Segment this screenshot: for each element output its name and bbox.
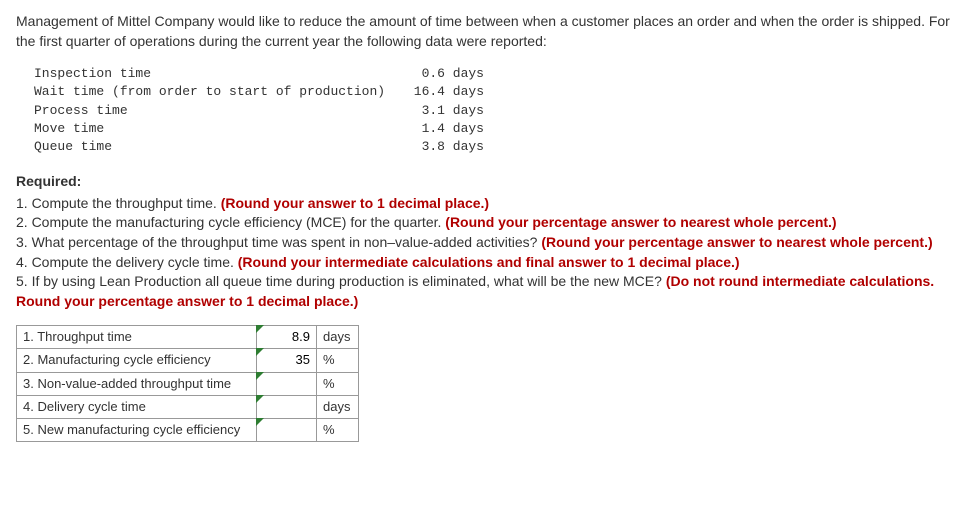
data-value: 1.4 days	[394, 120, 484, 138]
data-label: Process time	[34, 102, 394, 120]
problem-intro: Management of Mittel Company would like …	[16, 12, 956, 51]
data-label: Inspection time	[34, 65, 394, 83]
mce-input[interactable]	[263, 352, 310, 367]
data-row: Process time 3.1 days	[34, 102, 956, 120]
requirement-2: 2. Compute the manufacturing cycle effic…	[16, 213, 956, 233]
req-text: 1. Compute the throughput time.	[16, 195, 221, 211]
req-text: 4. Compute the delivery cycle time.	[16, 254, 238, 270]
answer-unit: %	[317, 419, 359, 442]
data-row: Inspection time 0.6 days	[34, 65, 956, 83]
cell-marker-icon	[256, 395, 264, 403]
table-row: 5. New manufacturing cycle efficiency %	[17, 419, 359, 442]
req-text: 5. If by using Lean Production all queue…	[16, 273, 666, 289]
requirement-5: 5. If by using Lean Production all queue…	[16, 272, 956, 311]
nva-time-input[interactable]	[263, 376, 310, 391]
req-instruction: (Round your percentage answer to nearest…	[445, 214, 836, 230]
cell-marker-icon	[256, 325, 264, 333]
requirements-list: 1. Compute the throughput time. (Round y…	[16, 194, 956, 312]
req-text: 2. Compute the manufacturing cycle effic…	[16, 214, 445, 230]
throughput-time-input[interactable]	[263, 329, 310, 344]
requirement-4: 4. Compute the delivery cycle time. (Rou…	[16, 253, 956, 273]
reported-data-table: Inspection time 0.6 days Wait time (from…	[34, 65, 956, 156]
required-heading: Required:	[16, 172, 956, 192]
answer-label: 1. Throughput time	[17, 326, 257, 349]
table-row: 3. Non-value-added throughput time %	[17, 372, 359, 395]
data-label: Move time	[34, 120, 394, 138]
answer-unit: %	[317, 349, 359, 372]
req-text: 3. What percentage of the throughput tim…	[16, 234, 541, 250]
requirement-1: 1. Compute the throughput time. (Round y…	[16, 194, 956, 214]
data-row: Queue time 3.8 days	[34, 138, 956, 156]
delivery-cycle-input[interactable]	[263, 399, 310, 414]
data-label: Wait time (from order to start of produc…	[34, 83, 394, 101]
answer-unit: %	[317, 372, 359, 395]
cell-marker-icon	[256, 348, 264, 356]
answer-label: 4. Delivery cycle time	[17, 395, 257, 418]
data-value: 3.8 days	[394, 138, 484, 156]
data-value: 16.4 days	[394, 83, 484, 101]
answer-label: 5. New manufacturing cycle efficiency	[17, 419, 257, 442]
answer-label: 2. Manufacturing cycle efficiency	[17, 349, 257, 372]
new-mce-input[interactable]	[263, 422, 310, 437]
answer-unit: days	[317, 326, 359, 349]
data-value: 0.6 days	[394, 65, 484, 83]
table-row: 2. Manufacturing cycle efficiency %	[17, 349, 359, 372]
answer-label: 3. Non-value-added throughput time	[17, 372, 257, 395]
table-row: 1. Throughput time days	[17, 326, 359, 349]
data-row: Wait time (from order to start of produc…	[34, 83, 956, 101]
requirement-3: 3. What percentage of the throughput tim…	[16, 233, 956, 253]
data-value: 3.1 days	[394, 102, 484, 120]
req-instruction: (Round your intermediate calculations an…	[238, 254, 740, 270]
req-instruction: (Round your percentage answer to nearest…	[541, 234, 932, 250]
data-label: Queue time	[34, 138, 394, 156]
table-row: 4. Delivery cycle time days	[17, 395, 359, 418]
cell-marker-icon	[256, 418, 264, 426]
answer-table: 1. Throughput time days 2. Manufacturing…	[16, 325, 359, 442]
answer-unit: days	[317, 395, 359, 418]
cell-marker-icon	[256, 372, 264, 380]
req-instruction: (Round your answer to 1 decimal place.)	[221, 195, 489, 211]
data-row: Move time 1.4 days	[34, 120, 956, 138]
